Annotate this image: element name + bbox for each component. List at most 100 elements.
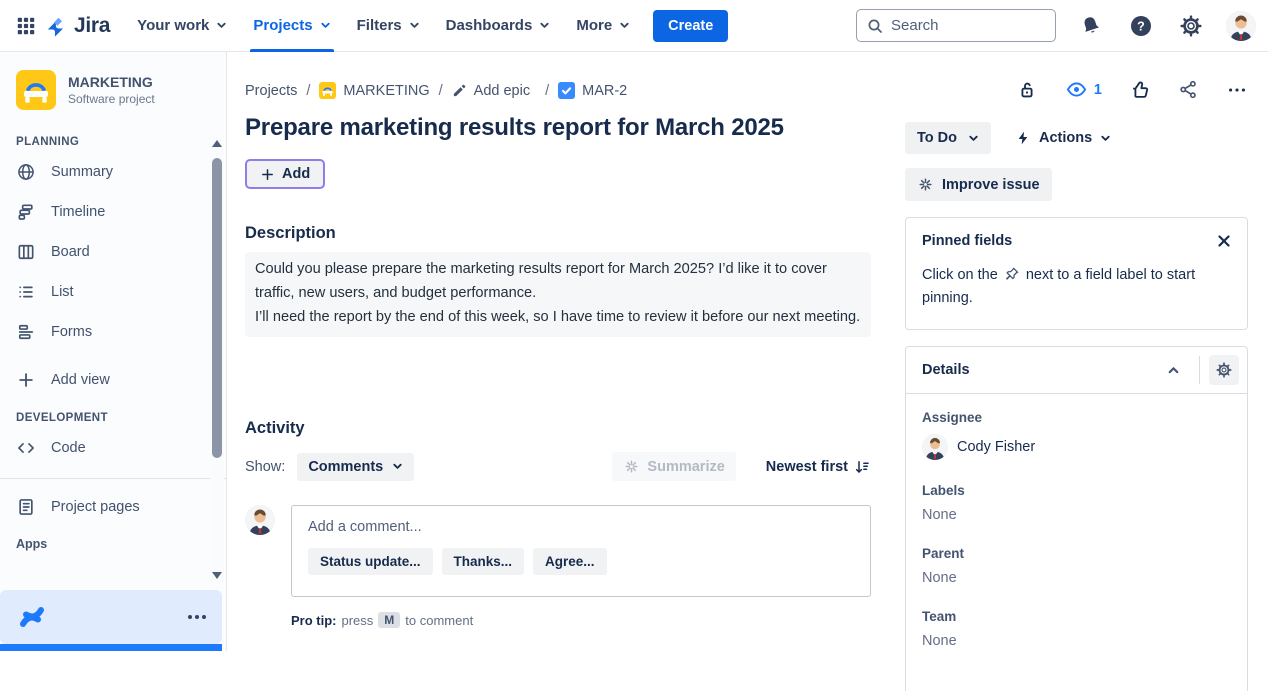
sidebar-item-code[interactable]: Code xyxy=(0,428,226,468)
topbar-right-group: ? xyxy=(856,9,1256,42)
watch-button[interactable]: 1 xyxy=(1065,78,1102,101)
actions-dropdown[interactable]: Actions xyxy=(1015,130,1111,146)
confluence-icon xyxy=(16,601,48,633)
show-label: Show: xyxy=(245,459,285,475)
help-button[interactable]: ? xyxy=(1126,11,1156,41)
pencil-icon xyxy=(452,83,467,98)
add-view-button[interactable]: Add view xyxy=(0,360,226,400)
status-dropdown[interactable]: To Do xyxy=(905,122,991,154)
description-paragraph: I’ll need the report by the end of this … xyxy=(255,305,861,329)
pinned-fields-hint: Click on the next to a field label to st… xyxy=(922,264,1231,310)
nav-more[interactable]: More xyxy=(563,0,643,52)
labels-value[interactable]: None xyxy=(922,507,1231,523)
app-switcher-button[interactable] xyxy=(10,10,42,42)
banner-more-button[interactable] xyxy=(188,615,206,619)
breadcrumb-add-epic[interactable]: Add epic xyxy=(452,83,530,99)
project-type: Software project xyxy=(68,92,155,106)
breadcrumb-project[interactable]: MARKETING xyxy=(319,82,429,99)
nav-projects[interactable]: Projects xyxy=(240,0,343,52)
sidebar-item-summary[interactable]: Summary xyxy=(0,152,226,192)
header-divider xyxy=(1199,356,1200,384)
svg-text:?: ? xyxy=(1137,19,1145,33)
quick-reply-status-update[interactable]: Status update... xyxy=(308,548,433,575)
improve-issue-button[interactable]: Improve issue xyxy=(905,168,1052,201)
search-input[interactable] xyxy=(891,17,1045,34)
lock-icon[interactable] xyxy=(1016,79,1038,101)
quick-replies: Status update... Thanks... Agree... xyxy=(308,548,854,575)
close-icon[interactable] xyxy=(1217,234,1231,248)
field-assignee: Assignee Cody Fisher xyxy=(922,410,1231,460)
grid-icon xyxy=(15,15,37,37)
project-header[interactable]: MARKETING Software project xyxy=(0,52,226,124)
nav-dashboards[interactable]: Dashboards xyxy=(433,0,564,52)
scrollbar-thumb[interactable] xyxy=(212,158,222,458)
sidebar-item-list[interactable]: List xyxy=(0,272,226,312)
jira-logo-icon xyxy=(44,13,70,39)
more-actions-icon[interactable] xyxy=(1226,79,1248,101)
chevron-down-icon xyxy=(216,20,227,31)
user-avatar[interactable] xyxy=(1226,11,1256,41)
parent-value[interactable]: None xyxy=(922,570,1231,586)
global-search[interactable] xyxy=(856,9,1056,42)
sidebar-item-board[interactable]: Board xyxy=(0,232,226,272)
lightning-icon xyxy=(1015,130,1031,146)
issue-main-panel: Projects / MARKETING / Add epic / MAR-2 … xyxy=(245,52,871,628)
field-parent: Parent None xyxy=(922,546,1231,586)
pinned-fields-title: Pinned fields xyxy=(922,233,1012,249)
sidebar-item-project-pages[interactable]: Project pages xyxy=(0,487,226,527)
plus-icon xyxy=(260,167,275,182)
planning-section-heading: PLANNING xyxy=(0,124,226,152)
plus-icon xyxy=(16,370,36,390)
field-label: Team xyxy=(922,609,1231,624)
share-icon[interactable] xyxy=(1178,79,1199,100)
chevron-down-icon xyxy=(392,461,403,472)
issue-title[interactable]: Prepare marketing results report for Mar… xyxy=(245,114,871,142)
project-name: MARKETING xyxy=(68,74,155,90)
chevron-down-icon xyxy=(539,20,550,31)
description-text[interactable]: Could you please prepare the marketing r… xyxy=(245,252,871,337)
summarize-button[interactable]: Summarize xyxy=(612,452,735,481)
thumbs-up-icon[interactable] xyxy=(1129,79,1151,101)
chevron-down-icon xyxy=(619,20,630,31)
details-title[interactable]: Details xyxy=(922,362,1157,378)
collapse-chevron-up-icon[interactable] xyxy=(1157,360,1190,381)
project-avatar-icon xyxy=(319,82,336,99)
document-icon xyxy=(16,497,36,517)
project-avatar xyxy=(16,70,56,110)
timeline-icon xyxy=(16,202,36,222)
pro-tip: Pro tip: press M to comment xyxy=(291,612,871,628)
sidebar-item-forms[interactable]: Forms xyxy=(0,312,226,352)
description-heading: Description xyxy=(245,224,871,243)
nav-filters[interactable]: Filters xyxy=(344,0,433,52)
sort-order-button[interactable]: Newest first xyxy=(766,458,871,476)
comment-input[interactable]: Add a comment... Status update... Thanks… xyxy=(291,505,871,597)
quick-reply-agree[interactable]: Agree... xyxy=(533,548,607,575)
field-labels: Labels None xyxy=(922,483,1231,523)
settings-button[interactable] xyxy=(1176,11,1206,41)
jira-logo[interactable]: Jira xyxy=(44,13,110,39)
create-button[interactable]: Create xyxy=(653,10,728,42)
breadcrumb-issue-key[interactable]: MAR-2 xyxy=(558,82,627,99)
confluence-banner[interactable] xyxy=(0,590,222,644)
details-header: Details xyxy=(906,347,1247,394)
details-settings-button[interactable] xyxy=(1209,355,1239,385)
task-type-icon xyxy=(558,82,575,99)
nav-your-work[interactable]: Your work xyxy=(124,0,240,52)
assignee-value[interactable]: Cody Fisher xyxy=(922,434,1231,460)
globe-icon xyxy=(16,162,36,182)
scroll-up-arrow[interactable] xyxy=(210,136,224,150)
team-value[interactable]: None xyxy=(922,633,1231,649)
comments-filter-dropdown[interactable]: Comments xyxy=(297,453,414,481)
comment-placeholder: Add a comment... xyxy=(308,519,854,535)
details-panel: Details xyxy=(905,346,1248,691)
add-button[interactable]: Add xyxy=(245,159,325,189)
breadcrumb-projects[interactable]: Projects xyxy=(245,83,297,99)
comment-composer: Add a comment... Status update... Thanks… xyxy=(245,505,871,597)
scroll-down-arrow[interactable] xyxy=(210,568,224,582)
notifications-button[interactable] xyxy=(1076,11,1106,41)
quick-reply-thanks[interactable]: Thanks... xyxy=(442,548,525,575)
field-label: Assignee xyxy=(922,410,1231,425)
sidebar-scrollbar[interactable] xyxy=(210,136,224,582)
sidebar-item-timeline[interactable]: Timeline xyxy=(0,192,226,232)
development-section-heading: DEVELOPMENT xyxy=(0,400,226,428)
